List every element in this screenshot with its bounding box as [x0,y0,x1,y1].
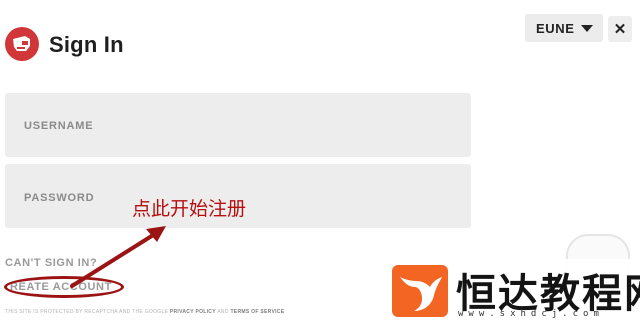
recaptcha-notice-text: THIS SITE IS PROTECTED BY RECAPTCHA AND … [5,309,169,315]
username-label: USERNAME [24,120,94,132]
annotation-text: 点此开始注册 [132,198,247,220]
caret-down-icon [581,25,593,32]
privacy-policy-link[interactable]: PRIVACY POLICY [170,309,216,315]
watermark-url: www.sxhdcj.com [458,309,604,319]
region-value: EUNE [536,20,575,36]
username-field[interactable]: USERNAME [5,93,471,157]
password-label: PASSWORD [24,192,95,204]
close-icon: ✕ [613,21,627,38]
recaptcha-notice: THIS SITE IS PROTECTED BY RECAPTCHA AND … [5,309,284,315]
riot-logo-icon [5,27,39,61]
close-button[interactable]: ✕ [608,16,632,42]
cant-sign-in-link[interactable]: CAN'T SIGN IN? [5,257,97,269]
page-title: Sign In [49,32,124,57]
whale-tail-icon [392,265,448,317]
and-text: AND [217,309,229,315]
region-select[interactable]: EUNE [525,14,603,42]
terms-of-service-link[interactable]: TERMS OF SERVICE [230,309,284,315]
watermark: 恒达教程网 www.sxhdcj.com [388,259,640,324]
annotation-ellipse [4,276,124,298]
